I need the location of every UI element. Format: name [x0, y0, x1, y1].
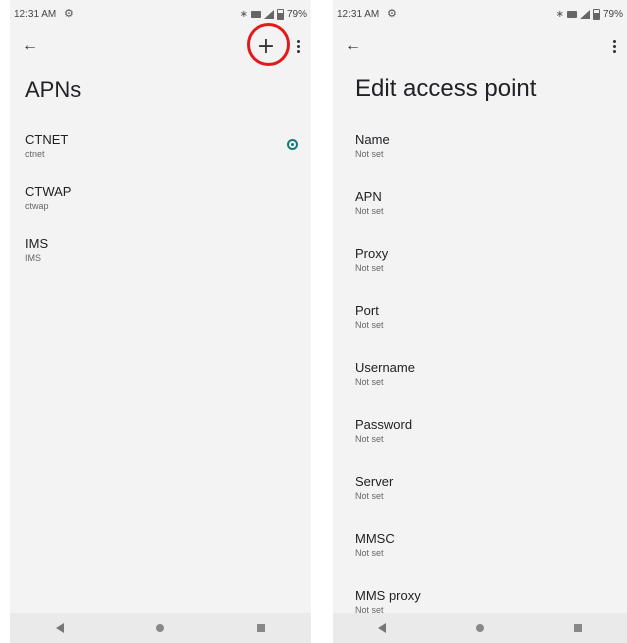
field-apn[interactable]: APN Not set	[333, 189, 627, 246]
field-label: Password	[355, 417, 413, 432]
navigation-bar	[333, 613, 627, 643]
field-value: Not set	[355, 434, 384, 444]
status-icons: ∗ 79%	[556, 9, 623, 20]
field-value: Not set	[355, 548, 384, 558]
field-label: MMS proxy	[355, 588, 421, 603]
apn-name: CTWAP	[25, 184, 72, 199]
field-username[interactable]: Username Not set	[333, 360, 627, 417]
field-label: MMSC	[355, 531, 395, 546]
field-label: Username	[355, 360, 415, 375]
status-bar: 12:31 AM ⚙ ∗ 79%	[333, 0, 627, 26]
field-name[interactable]: Name Not set	[333, 132, 627, 189]
field-value: Not set	[355, 491, 384, 501]
battery-icon	[592, 9, 600, 20]
network-badge-icon	[566, 11, 577, 18]
battery-percent: 79%	[602, 9, 623, 20]
field-label: Server	[355, 474, 394, 489]
page-title: APNs	[25, 77, 82, 102]
toolbar: ← +	[10, 23, 311, 66]
add-apn-button[interactable]: +	[251, 31, 281, 61]
network-badge-icon	[250, 11, 261, 18]
signal-icon	[263, 10, 274, 19]
field-value: Not set	[355, 320, 384, 330]
status-time: 12:31 AM	[14, 9, 57, 20]
page-title: Edit access point	[355, 75, 537, 102]
apn-name: CTNET	[25, 132, 69, 147]
bluetooth-icon: ∗	[555, 9, 564, 20]
field-proxy[interactable]: Proxy Not set	[333, 246, 627, 303]
navigation-bar	[10, 613, 311, 643]
toolbar: ←	[333, 26, 627, 66]
apn-subtitle: ctnet	[25, 149, 45, 159]
gear-icon: ⚙	[64, 8, 74, 20]
apn-subtitle: ctwap	[25, 201, 49, 211]
field-value: Not set	[355, 377, 384, 387]
apn-field-list: Name Not set APN Not set Proxy Not set P…	[333, 132, 627, 643]
nav-recents-icon[interactable]	[256, 624, 265, 632]
more-vert-icon[interactable]	[607, 34, 621, 58]
field-password[interactable]: Password Not set	[333, 417, 627, 474]
apn-item-ctwap[interactable]: CTWAP ctwap	[10, 184, 311, 236]
apn-list: CTNET ctnet CTWAP ctwap IMS IMS	[10, 132, 311, 288]
apn-item-ims[interactable]: IMS IMS	[10, 236, 311, 288]
radio-selected-icon[interactable]	[287, 139, 298, 150]
back-arrow-icon[interactable]: ←	[341, 34, 365, 58]
field-label: APN	[355, 189, 382, 204]
field-mmsc[interactable]: MMSC Not set	[333, 531, 627, 588]
field-server[interactable]: Server Not set	[333, 474, 627, 531]
edit-access-point-screen: 12:31 AM ⚙ ∗ 79% ← Edit access point Nam…	[333, 0, 627, 643]
battery-icon	[276, 9, 284, 20]
more-vert-icon[interactable]	[291, 34, 305, 58]
apns-screen: 12:31 AM ⚙ ∗ 79% ← + APNs CTNET ctnet CT…	[10, 0, 311, 643]
nav-back-icon[interactable]	[56, 623, 65, 633]
nav-recents-icon[interactable]	[574, 624, 582, 632]
field-value: Not set	[355, 149, 384, 159]
nav-home-icon[interactable]	[156, 624, 165, 632]
field-label: Name	[355, 132, 390, 147]
status-icons: ∗ 79%	[240, 9, 307, 20]
field-port[interactable]: Port Not set	[333, 303, 627, 360]
bluetooth-icon: ∗	[239, 9, 248, 20]
battery-percent: 79%	[286, 9, 307, 20]
signal-icon	[579, 10, 590, 19]
apn-name: IMS	[25, 236, 49, 251]
field-label: Proxy	[355, 246, 389, 261]
back-arrow-icon[interactable]: ←	[18, 34, 42, 58]
field-value: Not set	[355, 263, 384, 273]
apn-subtitle: IMS	[25, 253, 42, 263]
nav-back-icon[interactable]	[378, 623, 386, 633]
nav-home-icon[interactable]	[476, 624, 484, 632]
status-time: 12:31 AM	[337, 9, 380, 20]
apn-item-ctnet[interactable]: CTNET ctnet	[10, 132, 311, 184]
plus-icon: +	[256, 33, 276, 59]
field-label: Port	[355, 303, 379, 318]
field-value: Not set	[355, 206, 384, 216]
gear-icon: ⚙	[387, 8, 397, 20]
